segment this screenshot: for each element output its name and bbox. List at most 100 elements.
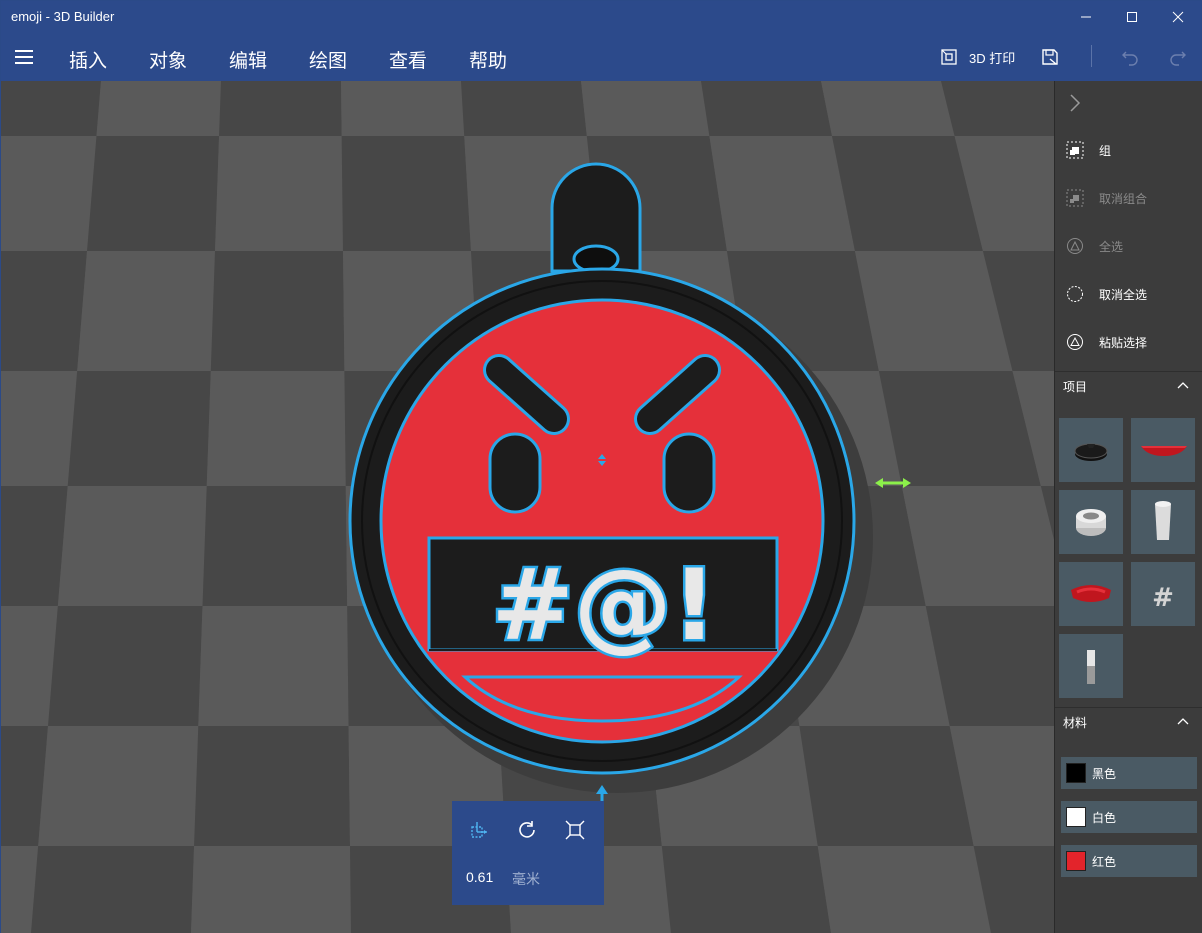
rotate-tool-button[interactable] (516, 819, 538, 841)
item-thumbnail-white-pillar[interactable] (1059, 634, 1123, 698)
materials-section-header[interactable]: 材料 (1055, 707, 1202, 737)
floor-tile (77, 251, 216, 371)
scale-tool-button[interactable] (564, 819, 586, 841)
menu-edit[interactable]: 编辑 (229, 46, 267, 73)
save-icon (1042, 49, 1058, 65)
undo-button[interactable] (1121, 45, 1139, 69)
floor-tile (341, 81, 465, 136)
select-all-icon (1065, 236, 1085, 256)
menu-bar: 插入 对象 编辑 绘图 查看 帮助 3D 打印 (1, 33, 1201, 81)
floor-tile (1, 606, 58, 726)
material-white[interactable]: 白色 (1061, 801, 1197, 833)
black-swatch (1066, 763, 1086, 783)
floor-tile (1, 81, 101, 136)
floor-tile (661, 846, 831, 933)
chevron-right-icon (1070, 94, 1081, 112)
paste-selection-button[interactable]: 粘贴选择 (1065, 329, 1147, 355)
app-window: emoji - 3D Builder 插入 对象 编辑 绘图 查看 帮助 3D … (0, 0, 1202, 933)
title-bar: emoji - 3D Builder (1, 1, 1201, 33)
ungroup-label: 取消组合 (1099, 191, 1148, 206)
floor-tile (461, 81, 587, 136)
menu-paint[interactable]: 绘图 (309, 46, 347, 73)
deselect-all-label: 取消全选 (1099, 287, 1148, 302)
deselect-all-button[interactable]: 取消全选 (1065, 281, 1147, 307)
floor-tile (901, 486, 1054, 606)
item-thumbnail-white-text[interactable]: # (1131, 562, 1195, 626)
emoji-model[interactable]: #@! (348, 267, 856, 775)
redo-button[interactable] (1169, 45, 1187, 69)
material-label: 红色 (1092, 854, 1117, 869)
printer-3d-icon (941, 49, 957, 65)
item-thumbnail-black-disc[interactable] (1059, 418, 1123, 482)
group-button[interactable]: 组 (1065, 137, 1111, 163)
floor-tile (67, 371, 211, 486)
item-thumbnail-white-cylinder[interactable] (1131, 490, 1195, 554)
materials-header-label: 材料 (1063, 716, 1088, 730)
ungroup-button[interactable]: 取消组合 (1065, 185, 1147, 211)
floor-tile (821, 81, 955, 136)
floor-tile (341, 136, 471, 251)
dimension-value[interactable]: 0.61 (466, 869, 493, 885)
move-icon (471, 822, 487, 838)
rotate-icon (519, 821, 535, 838)
ungroup-icon (1065, 188, 1085, 208)
floor-tile (96, 81, 221, 136)
material-black[interactable]: 黑色 (1061, 757, 1197, 789)
floor-tile (1, 136, 97, 251)
menu-view[interactable]: 查看 (389, 46, 427, 73)
select-all-button[interactable]: 全选 (1065, 233, 1123, 259)
close-button[interactable] (1155, 1, 1201, 33)
window-title: emoji - 3D Builder (11, 9, 115, 24)
floor-tile (799, 726, 974, 846)
floor-tile (48, 606, 203, 726)
white-swatch (1066, 807, 1086, 827)
paste-selection-label: 粘贴选择 (1099, 335, 1148, 350)
floor-tile (206, 371, 346, 486)
group-label: 组 (1099, 143, 1112, 158)
side-panel: 组 取消组合 全选 取消全选 粘贴选择 项目 # 材料 黑色 白色 红色 (1054, 81, 1202, 933)
chevron-up-icon (1177, 714, 1189, 728)
print-3d-label: 3D 打印 (969, 50, 1016, 66)
dimension-unit: 毫米 (512, 872, 540, 888)
floor-tile (219, 81, 342, 136)
item-thumbnail-white-ring[interactable] (1059, 490, 1123, 554)
floor-tile (709, 136, 855, 251)
save-button[interactable] (1041, 45, 1059, 69)
menu-insert[interactable]: 插入 (69, 46, 107, 73)
material-label: 黑色 (1092, 766, 1117, 781)
minimize-button[interactable] (1063, 1, 1109, 33)
floor-tile (878, 371, 1041, 486)
item-thumbnail-red-face[interactable] (1059, 562, 1123, 626)
red-swatch (1066, 851, 1086, 871)
minimize-icon (1081, 16, 1091, 18)
items-section-header[interactable]: 项目 (1055, 371, 1202, 401)
menu-object[interactable]: 对象 (149, 46, 187, 73)
floor-tile (198, 606, 349, 726)
close-icon (1172, 11, 1184, 23)
floor-tile (581, 81, 710, 136)
floor-tile (1, 371, 78, 486)
menu-help[interactable]: 帮助 (469, 46, 507, 73)
floor-tile (202, 486, 348, 606)
undo-icon (1122, 51, 1138, 66)
material-red[interactable]: 红色 (1061, 845, 1197, 877)
floor-tile (87, 136, 220, 251)
move-tool-button[interactable] (468, 819, 490, 841)
floor-tile (1, 251, 88, 371)
floor-tile (817, 846, 991, 933)
floor-tile (38, 726, 199, 846)
select-all-label: 全选 (1099, 239, 1124, 254)
keychain-ring (550, 162, 642, 274)
floor-tile (194, 726, 350, 846)
collapse-panel-button[interactable] (1069, 93, 1081, 118)
maximize-icon (1127, 12, 1137, 22)
paste-selection-icon (1065, 332, 1085, 352)
item-thumbnail-red-top[interactable] (1131, 418, 1195, 482)
hamburger-menu-icon[interactable] (15, 50, 33, 64)
floor-tile (215, 136, 343, 251)
svg-text:#: # (1152, 583, 1174, 613)
print-3d-button[interactable]: 3D 打印 (939, 45, 1015, 69)
maximize-button[interactable] (1109, 1, 1155, 33)
floor-tile (31, 846, 195, 933)
material-label: 白色 (1092, 810, 1117, 825)
